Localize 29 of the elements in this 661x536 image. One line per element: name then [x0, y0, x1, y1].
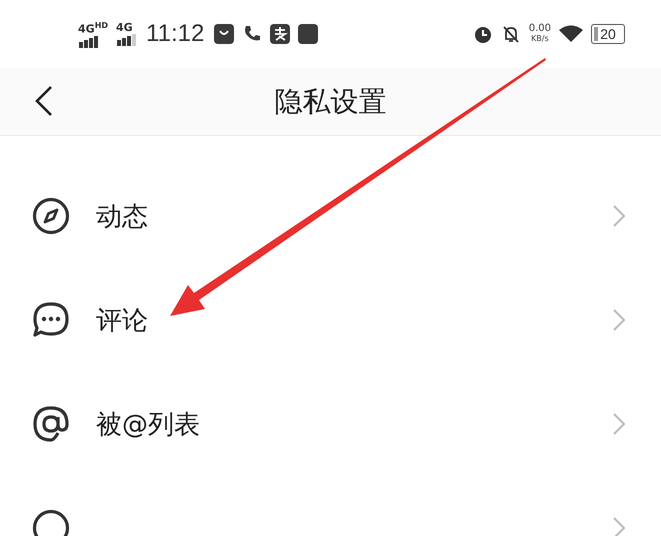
- chevron-right-icon: [613, 413, 625, 435]
- chat-bubble-icon: [32, 301, 70, 339]
- chevron-right-icon: [613, 517, 625, 536]
- bag-icon: [214, 24, 234, 44]
- chevron-right-icon: [613, 309, 625, 331]
- alarm-icon: [472, 24, 493, 44]
- row-label: 动态: [96, 200, 148, 234]
- row-label: 被@列表: [96, 408, 200, 442]
- signal-icon: [116, 34, 138, 46]
- at-sign-icon: [32, 405, 70, 443]
- network-label: 4G: [116, 22, 133, 33]
- settings-row[interactable]: 被@列表: [0, 372, 661, 476]
- page-title: 隐私设置: [274, 84, 386, 120]
- app-icon: [270, 24, 290, 44]
- settings-row[interactable]: 动态: [0, 164, 661, 268]
- app-icon: [298, 24, 318, 44]
- clock-time: 11:12: [146, 20, 204, 48]
- back-icon[interactable]: [35, 85, 53, 117]
- row-label: 评论: [96, 304, 148, 338]
- speed-unit: KB/s: [531, 34, 549, 44]
- muted-bell-icon: [500, 24, 521, 44]
- network-label: 4G$^{HD}$: [78, 20, 108, 35]
- wifi-icon: [559, 25, 583, 43]
- compass-icon: [32, 197, 70, 235]
- signal-icon: [78, 36, 100, 48]
- battery-icon: 20: [591, 24, 625, 44]
- chevron-right-icon: [613, 205, 625, 227]
- speed-value: 0.00: [528, 24, 551, 34]
- settings-row[interactable]: 评论: [0, 268, 661, 372]
